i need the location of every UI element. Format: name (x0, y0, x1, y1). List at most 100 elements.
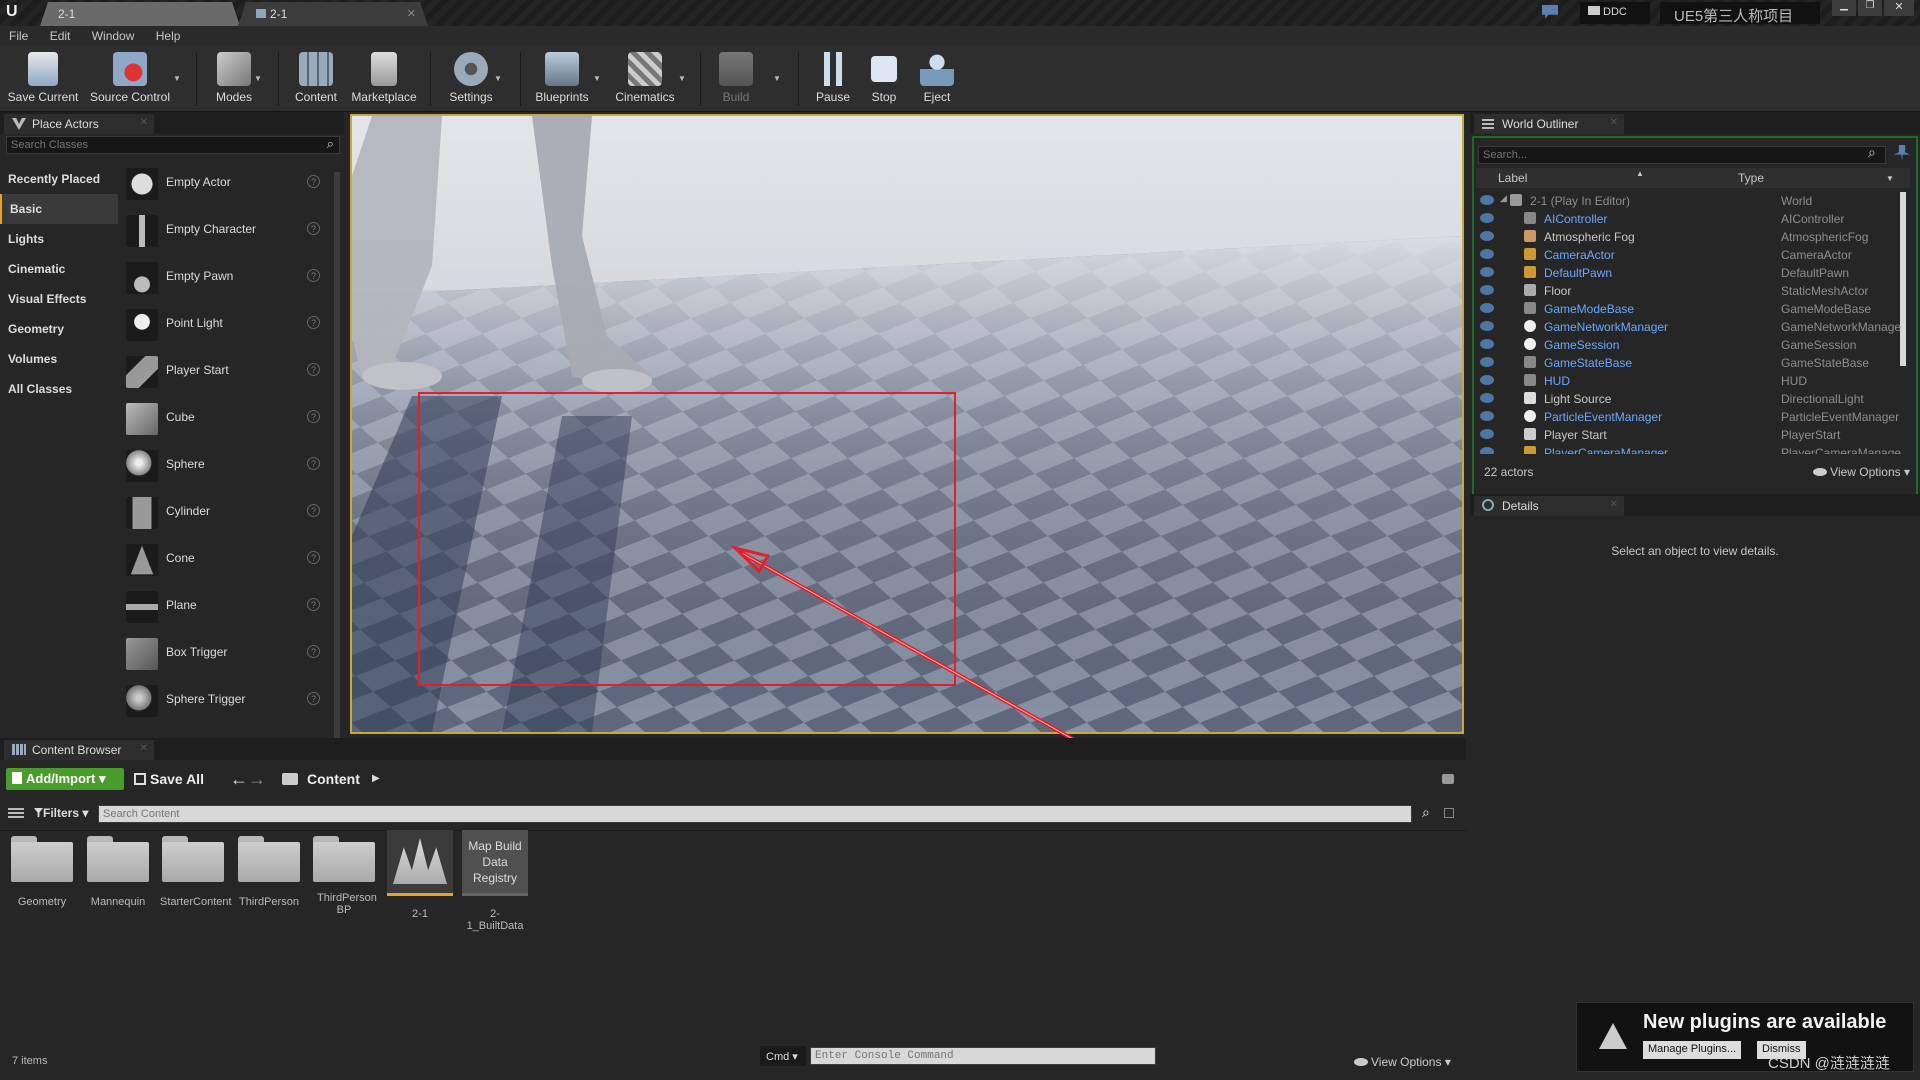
sources-toggle-icon[interactable] (8, 808, 24, 820)
help-icon[interactable]: ? (307, 316, 320, 329)
build-dropdown-icon[interactable]: ▼ (773, 74, 781, 83)
lock-icon[interactable] (1442, 774, 1454, 784)
search-icon[interactable]: ⌕ (1868, 144, 1876, 161)
menu-help[interactable]: Help (147, 26, 190, 43)
visibility-eye-icon[interactable] (1480, 267, 1494, 277)
table-row[interactable]: AIController AIController (1476, 210, 1916, 228)
minimize-button[interactable]: ▁ (1832, 0, 1856, 16)
level-tab[interactable]: 2-1 ✕ (238, 2, 428, 26)
search-icon[interactable]: ⌕ (1422, 804, 1430, 821)
details-tab[interactable]: Details ✕ (1474, 496, 1624, 516)
asset-built-data[interactable]: Map Build Data Registry 2-1_BuiltData (462, 830, 528, 932)
list-item[interactable]: Plane? (122, 585, 328, 627)
eject-button[interactable]: Eject (912, 46, 962, 112)
table-row[interactable]: Atmospheric Fog AtmosphericFog (1476, 228, 1916, 246)
path-content[interactable]: Content (307, 771, 360, 787)
visibility-eye-icon[interactable] (1480, 285, 1494, 295)
search-content-input[interactable] (98, 805, 1412, 823)
blueprints-button[interactable]: Blueprints (528, 46, 596, 112)
help-icon[interactable]: ? (307, 363, 320, 376)
table-row[interactable]: GameSession GameSession (1476, 336, 1916, 354)
path-chevron-icon[interactable]: ▶ (372, 773, 380, 784)
asset-level-2-1[interactable]: 2-1 (387, 830, 453, 920)
asset-folder-mannequin[interactable]: Mannequin (85, 832, 151, 908)
type-column-header[interactable]: Type (1738, 171, 1764, 185)
asset-folder-thirdperson-bp[interactable]: ThirdPerson BP (311, 832, 377, 916)
place-actors-tab[interactable]: Place Actors ✕ (4, 114, 154, 134)
table-row[interactable]: PlayerCameraManager PlayerCameraManager (1476, 444, 1916, 454)
help-icon[interactable]: ? (307, 269, 320, 282)
cinematics-dropdown-icon[interactable]: ▼ (678, 74, 686, 83)
list-item[interactable]: Empty Pawn? (122, 256, 328, 298)
list-item[interactable]: Box Trigger? (122, 632, 328, 674)
outliner-view-options[interactable]: View Options ▾ (1813, 465, 1910, 479)
actor-list-scrollbar[interactable] (334, 172, 340, 738)
list-item[interactable]: Empty Character? (122, 209, 328, 251)
table-row[interactable]: Player Start PlayerStart (1476, 426, 1916, 444)
list-item[interactable]: Player Start? (122, 350, 328, 392)
close-tab-icon[interactable]: ✕ (140, 743, 148, 754)
label-column-header[interactable]: Label (1498, 171, 1527, 185)
help-icon[interactable]: ? (307, 598, 320, 611)
source-control-button[interactable]: Source Control (86, 46, 174, 112)
list-item[interactable]: Sphere? (122, 444, 328, 486)
visibility-eye-icon[interactable] (1480, 375, 1494, 385)
list-item[interactable]: Cylinder? (122, 491, 328, 533)
help-icon[interactable]: ? (307, 645, 320, 658)
table-row[interactable]: Light Source DirectionalLight (1476, 390, 1916, 408)
outliner-search-input[interactable] (1478, 146, 1886, 164)
filters-button[interactable]: Filters ▾ (34, 806, 88, 820)
asset-folder-startercontent[interactable]: StarterContent (160, 832, 232, 908)
list-item[interactable]: Sphere Trigger? (122, 679, 328, 721)
modes-dropdown-icon[interactable]: ▼ (254, 74, 262, 83)
blueprints-dropdown-icon[interactable]: ▼ (593, 74, 601, 83)
console-cmd-dropdown[interactable]: Cmd ▾ (760, 1046, 806, 1066)
help-icon[interactable]: ? (307, 175, 320, 188)
cinematics-button[interactable]: Cinematics (610, 46, 680, 112)
level-tab-active[interactable]: 2-1 (40, 2, 240, 26)
world-outliner-tab[interactable]: World Outliner ✕ (1474, 114, 1624, 134)
source-control-dropdown-icon[interactable]: ▼ (173, 74, 181, 83)
table-row[interactable]: DefaultPawn DefaultPawn (1476, 264, 1916, 282)
settings-dropdown-icon[interactable]: ▼ (494, 74, 502, 83)
type-dropdown-icon[interactable]: ▼ (1886, 174, 1894, 183)
visibility-eye-icon[interactable] (1480, 429, 1494, 439)
list-item[interactable]: Cube? (122, 397, 328, 439)
visibility-eye-icon[interactable] (1480, 339, 1494, 349)
add-import-button[interactable]: Add/Import ▾ (6, 768, 124, 790)
table-row[interactable]: GameStateBase GameStateBase (1476, 354, 1916, 372)
help-icon[interactable]: ? (307, 457, 320, 470)
table-row[interactable]: GameModeBase GameModeBase (1476, 300, 1916, 318)
save-all-button[interactable]: Save All (134, 771, 204, 787)
level-viewport[interactable] (350, 114, 1464, 734)
visibility-eye-icon[interactable] (1480, 321, 1494, 331)
visibility-eye-icon[interactable] (1480, 357, 1494, 367)
help-icon[interactable]: ? (307, 692, 320, 705)
content-button[interactable]: Content (286, 46, 346, 112)
list-item[interactable]: Cone? (122, 538, 328, 580)
stop-button[interactable]: Stop (860, 46, 908, 112)
search-icon[interactable]: ⌕ (327, 136, 334, 152)
menu-edit[interactable]: Edit (41, 26, 80, 43)
unreal-logo-icon[interactable]: U (6, 3, 24, 21)
ddc-button[interactable]: DDC (1580, 2, 1650, 24)
visibility-eye-icon[interactable] (1480, 411, 1494, 421)
asset-folder-thirdperson[interactable]: ThirdPerson (236, 832, 302, 908)
menu-file[interactable]: File (0, 26, 37, 43)
visibility-eye-icon[interactable] (1480, 393, 1494, 403)
table-row[interactable]: ParticleEventManager ParticleEventManager (1476, 408, 1916, 426)
list-item[interactable]: Point Light? (122, 303, 328, 345)
table-row[interactable]: GameNetworkManager GameNetworkManager (1476, 318, 1916, 336)
close-window-button[interactable]: ✕ (1884, 0, 1914, 16)
close-tab-icon[interactable]: ✕ (407, 7, 416, 20)
menu-window[interactable]: Window (83, 26, 144, 43)
help-icon[interactable]: ? (307, 504, 320, 517)
table-row[interactable]: HUD HUD (1476, 372, 1916, 390)
close-tab-icon[interactable]: ✕ (1610, 117, 1618, 128)
back-arrow-icon[interactable]: ← (230, 769, 248, 790)
forward-arrow-icon[interactable]: → (248, 769, 266, 790)
content-browser-tab[interactable]: Content Browser ✕ (4, 740, 154, 760)
close-tab-icon[interactable]: ✕ (1610, 499, 1618, 510)
build-button[interactable]: Build (708, 46, 764, 112)
visibility-eye-icon[interactable] (1480, 195, 1494, 205)
